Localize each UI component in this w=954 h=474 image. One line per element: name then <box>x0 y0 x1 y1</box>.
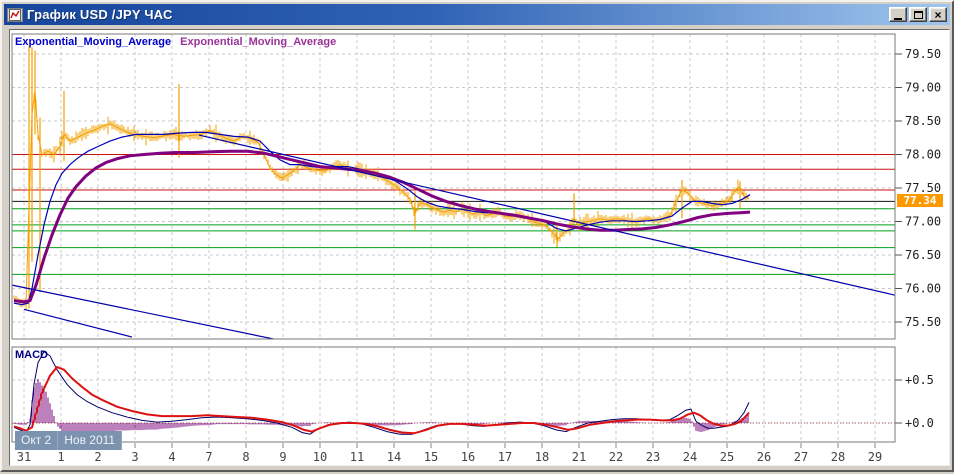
close-icon: × <box>934 7 942 22</box>
date-overlay-start: Окт 2 <box>15 431 59 450</box>
minimize-icon <box>894 17 902 20</box>
maximize-button[interactable] <box>909 7 927 22</box>
legend-ema-slow[interactable]: Exponential_Moving_Average <box>180 36 336 48</box>
titlebar[interactable]: График USD /JPY ЧАС × <box>4 4 950 25</box>
chart-client-area[interactable] <box>9 29 950 466</box>
close-button[interactable]: × <box>929 7 947 22</box>
date-overlay: Окт 2 Нов 2011 <box>15 431 123 450</box>
chart-window-icon <box>7 7 23 22</box>
app-window: График USD /JPY ЧАС × 31 1 2 3 4 7 8 9 10 11 14 15 1… <box>0 0 954 472</box>
legend-ema-fast[interactable]: Exponential_Moving_Average <box>15 36 171 48</box>
indicator-legend: Exponential_Moving_Average Exponential_M… <box>15 36 336 48</box>
minimize-button[interactable] <box>889 7 907 22</box>
current-price-tag: 77.34 <box>897 194 943 207</box>
maximize-icon <box>913 10 923 19</box>
date-overlay-month: Нов 2011 <box>58 431 123 450</box>
window-title: График USD /JPY ЧАС <box>27 7 173 22</box>
macd-label[interactable]: MACD <box>15 349 48 361</box>
